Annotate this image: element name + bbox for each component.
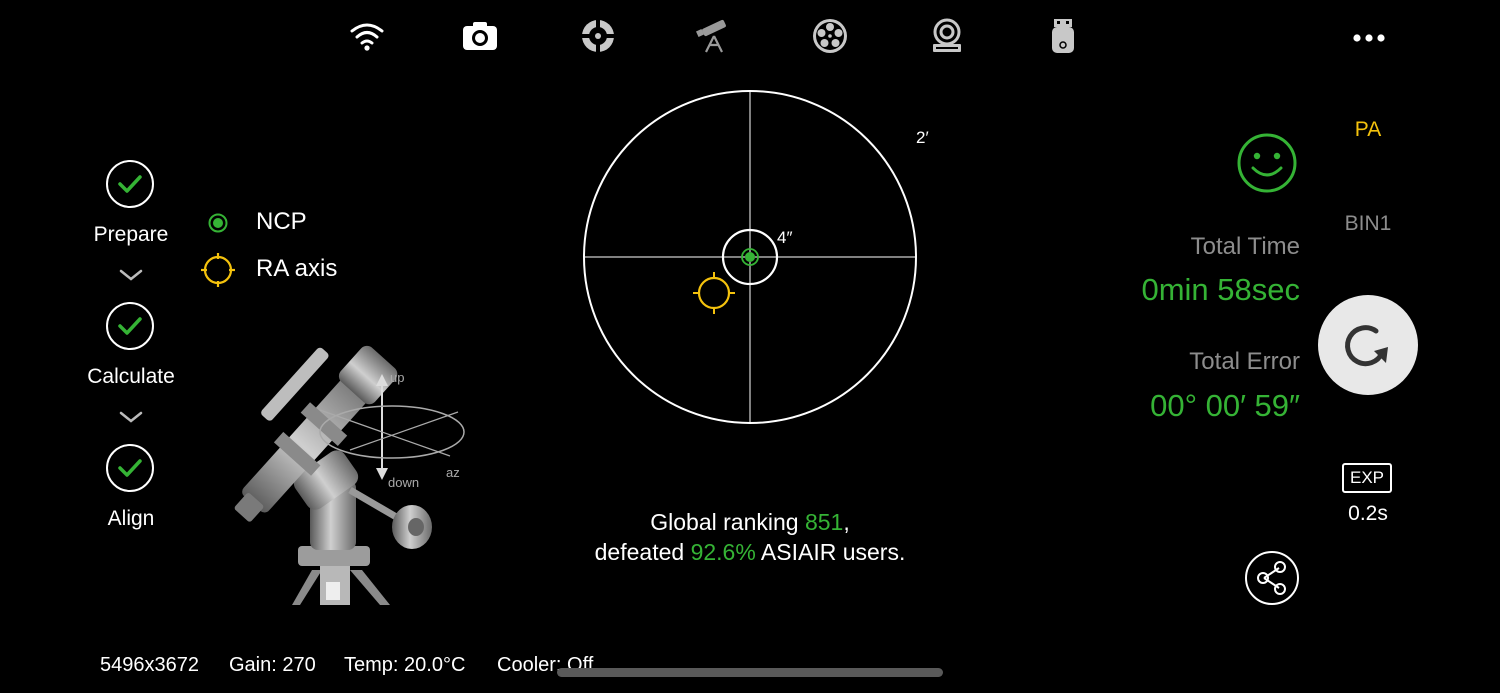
outer-ring-scale-label: 2′: [916, 128, 929, 147]
share-icon: [1257, 561, 1286, 595]
chevron-down-icon: [119, 411, 143, 423]
refresh-icon: [1345, 325, 1388, 367]
ncp-legend-label: NCP: [256, 208, 307, 235]
check-icon: [118, 459, 142, 477]
temp-status: Temp: 20.0°C: [344, 654, 466, 676]
camera-icon[interactable]: [458, 14, 502, 58]
step-prepare-label[interactable]: Prepare: [60, 223, 202, 247]
check-icon: [118, 175, 142, 193]
step-align-check: [106, 444, 154, 492]
mount-illustration: up down az: [234, 345, 465, 605]
refresh-button[interactable]: [1318, 295, 1418, 395]
ranking-prefix: Global ranking: [650, 509, 805, 535]
share-button[interactable]: [1243, 549, 1301, 607]
resolution-status: 5496x3672: [100, 654, 199, 676]
total-time-label: Total Time: [1190, 233, 1300, 260]
exposure-value[interactable]: 0.2s: [1328, 502, 1408, 526]
down-label: down: [388, 475, 419, 490]
pa-mode-label[interactable]: PA: [1338, 118, 1398, 142]
total-error-value: 00° 00′ 59″: [1150, 388, 1300, 423]
defeated-suffix: ASIAIR users.: [755, 539, 906, 565]
polar-alignment-target: [583, 90, 917, 424]
az-label: az: [446, 465, 460, 480]
filter-wheel-icon[interactable]: [808, 14, 852, 58]
ncp-legend-icon: [208, 213, 228, 233]
step-calculate-check: [106, 302, 154, 350]
bin-setting[interactable]: BIN1: [1328, 212, 1408, 236]
defeated-prefix: defeated: [594, 539, 691, 565]
ra-axis-marker: [693, 272, 735, 314]
step-align-label[interactable]: Align: [60, 507, 202, 531]
wifi-icon[interactable]: [345, 14, 389, 58]
guide-scope-icon[interactable]: [576, 14, 620, 58]
more-dots-icon[interactable]: [1347, 14, 1391, 58]
step-prepare-check: [106, 160, 154, 208]
total-time-value: 0min 58sec: [1141, 272, 1300, 307]
smiley-icon: [1237, 133, 1297, 193]
ranking-suffix: ,: [843, 509, 850, 535]
usb-storage-icon[interactable]: [1041, 14, 1085, 58]
home-indicator: [557, 668, 943, 677]
check-icon: [118, 317, 142, 335]
focuser-icon[interactable]: [925, 14, 969, 58]
ra-axis-legend-icon: [201, 253, 235, 287]
step-calculate-label[interactable]: Calculate: [60, 365, 202, 389]
ranking-number: 851: [804, 509, 844, 535]
ranking-text: Global ranking 851, defeated 92.6% ASIAI…: [540, 507, 960, 567]
exposure-badge[interactable]: EXP: [1342, 463, 1392, 493]
total-error-label: Total Error: [1189, 348, 1300, 375]
gain-status: Gain: 270: [229, 654, 316, 676]
inner-ring-scale-label: 4″: [777, 228, 793, 247]
defeated-percent: 92.6%: [690, 539, 756, 565]
chevron-down-icon: [119, 269, 143, 281]
telescope-mount-icon[interactable]: [692, 14, 736, 58]
up-label: up: [390, 370, 404, 385]
ra-axis-legend-label: RA axis: [256, 255, 338, 282]
